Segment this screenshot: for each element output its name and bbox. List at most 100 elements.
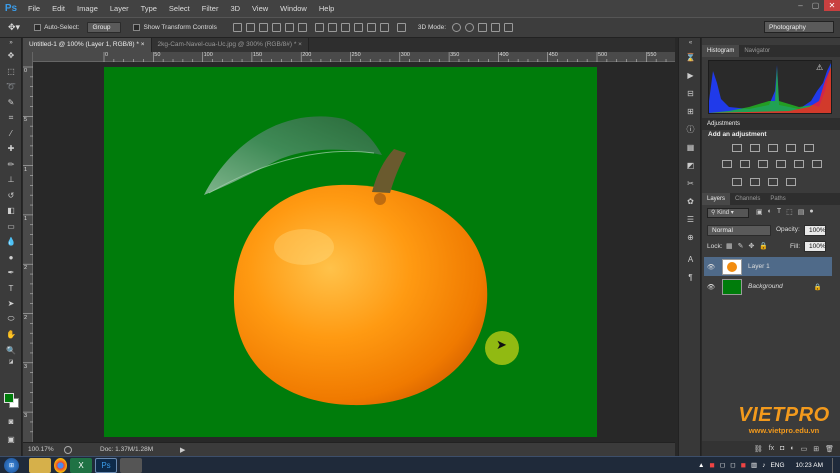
menu-image[interactable]: Image [71, 0, 104, 17]
transform-checkbox[interactable]: Show Transform Controls [133, 24, 217, 31]
3d-roll-icon[interactable] [465, 23, 475, 32]
shape-tool-icon[interactable]: ⬭ [0, 312, 22, 328]
lock-transparent-icon[interactable]: ▦ [726, 242, 733, 250]
channel-mixer-icon[interactable] [794, 160, 804, 168]
filter-type-icon[interactable]: T [777, 208, 781, 216]
layer-row-layer-1[interactable]: 👁 Layer 1 [704, 257, 832, 276]
history-panel-icon[interactable]: ⌛ [679, 48, 702, 66]
volume-icon[interactable]: ♪ [762, 462, 765, 469]
brightness-icon[interactable] [732, 144, 742, 152]
menu-type[interactable]: Type [135, 0, 163, 17]
filter-shape-icon[interactable]: ⬚ [786, 208, 793, 216]
new-layer-icon[interactable]: ⊞ [813, 445, 819, 453]
align-right-icon[interactable] [297, 23, 307, 32]
tab-close-icon[interactable]: × [141, 41, 145, 48]
clone-source-icon[interactable]: ⊕ [679, 228, 702, 246]
distribute-middle-icon[interactable] [327, 23, 337, 32]
visibility-eye-icon[interactable]: 👁 [704, 283, 718, 291]
exposure-icon[interactable] [786, 144, 796, 152]
show-desktop-button[interactable] [832, 457, 836, 473]
fill-input[interactable]: 100% [804, 241, 826, 252]
color-lookup-icon[interactable] [812, 160, 822, 168]
screen-mode-icon[interactable]: ▣ [0, 432, 22, 448]
crop-tool-icon[interactable]: ⌗ [0, 110, 22, 126]
menu-view[interactable]: View [246, 0, 274, 17]
brush-presets-icon[interactable]: ☰ [679, 210, 702, 228]
filter-toggle-icon[interactable]: ● [809, 208, 813, 216]
tray-app-icon[interactable]: ◻ [720, 461, 725, 469]
properties-icon[interactable]: ⊞ [679, 102, 702, 120]
add-style-icon[interactable]: fx [769, 445, 774, 452]
visibility-eye-icon[interactable]: 👁 [704, 263, 718, 271]
zoom-tool-icon[interactable]: 🔍 [0, 343, 22, 359]
tray-app-icon[interactable]: ◼ [741, 461, 746, 469]
filter-adjust-icon[interactable]: ◐ [768, 208, 772, 216]
menu-layer[interactable]: Layer [104, 0, 135, 17]
workspace-dropdown[interactable]: Photography [764, 21, 834, 33]
levels-icon[interactable] [750, 144, 760, 152]
network-icon[interactable]: ▥ [751, 461, 757, 469]
hue-saturation-icon[interactable] [722, 160, 732, 168]
info-panel-icon[interactable]: ⓘ [679, 120, 702, 138]
paragraph-panel-icon[interactable]: ¶ [679, 268, 702, 286]
menu-help[interactable]: Help [313, 0, 340, 17]
kind-filter[interactable]: ⚲ Kind ▾ [707, 208, 749, 218]
link-layers-icon[interactable]: ⛓ [754, 445, 763, 453]
vertical-ruler[interactable]: 0 5 1 1 2 2 3 3 [23, 52, 33, 442]
tool-presets-icon[interactable]: ✂ [679, 174, 702, 192]
delete-layer-icon[interactable]: 🗑 [825, 445, 834, 453]
brush-tool-icon[interactable]: ✏ [0, 157, 22, 173]
hand-tool-icon[interactable]: ✋ [0, 327, 22, 343]
align-bottom-icon[interactable] [258, 23, 268, 32]
layer-name[interactable]: Background [748, 283, 783, 290]
3d-drag-icon[interactable] [478, 23, 488, 32]
lasso-tool-icon[interactable]: ➰ [0, 79, 22, 95]
add-mask-icon[interactable]: ◘ [780, 445, 784, 452]
type-tool-icon[interactable]: T [0, 281, 22, 297]
3d-slide-icon[interactable] [491, 23, 501, 32]
align-middle-icon[interactable] [245, 23, 255, 32]
auto-select-checkbox[interactable]: Auto-Select: [34, 24, 79, 31]
marquee-tool-icon[interactable]: ⬚ [0, 64, 22, 80]
posterize-icon[interactable] [750, 178, 760, 186]
history-brush-tool-icon[interactable]: ↺ [0, 188, 22, 204]
explorer-taskbar-icon[interactable] [29, 457, 51, 473]
clock[interactable]: 10:23 AM [796, 462, 823, 469]
3d-rotate-icon[interactable] [452, 23, 462, 32]
gradient-tool-icon[interactable]: ▭ [0, 219, 22, 235]
distribute-center-icon[interactable] [366, 23, 376, 32]
move-tool-icon[interactable]: ✥▾ [8, 22, 20, 33]
lock-pixels-icon[interactable]: ✎ [738, 242, 744, 250]
blur-tool-icon[interactable]: 💧 [0, 234, 22, 250]
pen-tool-icon[interactable]: ✒ [0, 265, 22, 281]
distribute-bottom-icon[interactable] [340, 23, 350, 32]
filter-pixel-icon[interactable]: ▣ [756, 208, 763, 216]
menu-window[interactable]: Window [274, 0, 313, 17]
status-menu-icon[interactable]: ▶ [180, 446, 185, 454]
invert-icon[interactable] [732, 178, 742, 186]
collapse-icon[interactable]: » [0, 38, 22, 48]
tab-untitled-1[interactable]: Untitled-1 @ 100% (Layer 1, RGB/8) * × [23, 38, 152, 52]
align-center-icon[interactable] [284, 23, 294, 32]
dodge-tool-icon[interactable]: ● [0, 250, 22, 266]
align-top-icon[interactable] [232, 23, 242, 32]
distribute-left-icon[interactable] [353, 23, 363, 32]
minimize-button[interactable]: – [794, 0, 807, 11]
status-info-icon[interactable] [64, 445, 72, 454]
eyedropper-tool-icon[interactable]: ⁄ [0, 126, 22, 142]
start-button[interactable]: ⊞ [4, 457, 19, 473]
histogram-warning-icon[interactable]: ⚠ [816, 63, 823, 72]
menu-3d[interactable]: 3D [224, 0, 246, 17]
photo-filter-icon[interactable] [776, 160, 786, 168]
layer-comps-icon[interactable]: ⊟ [679, 84, 702, 102]
gradient-map-icon[interactable] [786, 178, 796, 186]
align-left-icon[interactable] [271, 23, 281, 32]
tab-histogram[interactable]: Histogram [702, 45, 740, 57]
blend-mode-dropdown[interactable]: Normal [707, 225, 771, 236]
tab-layers[interactable]: Layers [702, 193, 731, 205]
close-button[interactable]: ✕ [824, 0, 840, 11]
auto-select-dropdown[interactable]: Group [87, 22, 122, 33]
new-adjustment-icon[interactable]: ◐ [790, 445, 794, 452]
default-colors-icon[interactable]: ◪ [0, 358, 22, 366]
clone-stamp-tool-icon[interactable]: ⊥ [0, 172, 22, 188]
